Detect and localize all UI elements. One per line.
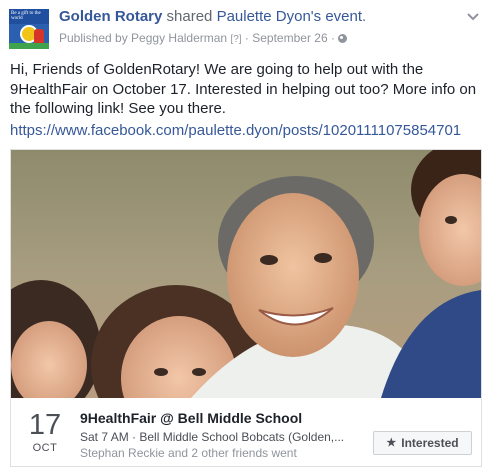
- event-title-link[interactable]: 9HealthFair @ Bell Middle School: [80, 410, 302, 427]
- post-link[interactable]: https://www.facebook.com/paulette.dyon/p…: [10, 121, 461, 140]
- event-day: 17: [28, 409, 62, 441]
- event-date: 17 OCT: [25, 410, 65, 455]
- post-subline: Published by Peggy Halderman [?] · Septe…: [59, 30, 348, 48]
- interested-button[interactable]: ★ Interested: [373, 431, 472, 455]
- shared-verb: shared: [162, 8, 217, 25]
- event-month: OCT: [32, 442, 58, 454]
- headline-period: .: [362, 8, 367, 25]
- subline-separator: ·: [241, 31, 253, 45]
- page-avatar[interactable]: Be a gift to the world: [9, 9, 49, 49]
- avatar-text: Be a gift to the world: [11, 11, 41, 21]
- post-message: Hi, Friends of GoldenRotary! We are goin…: [10, 61, 477, 117]
- event-meta: Sat 7 AM · Bell Middle School Bobcats (G…: [80, 430, 345, 444]
- help-marker[interactable]: [?]: [230, 34, 241, 45]
- avatar-ground: [9, 43, 49, 49]
- post-date[interactable]: September 26: [252, 31, 327, 45]
- publisher-name[interactable]: Peggy Halderman: [131, 31, 227, 45]
- event-details: 17 OCT 9HealthFair @ Bell Middle School …: [11, 398, 481, 466]
- family-photo: [11, 150, 481, 398]
- globe-icon[interactable]: [338, 34, 348, 43]
- shared-event-post: Be a gift to the world Golden Rotary sha…: [0, 0, 493, 475]
- event-friends-went[interactable]: Stephan Reckie and 2 other friends went: [80, 446, 297, 461]
- event-cover-photo[interactable]: [11, 150, 481, 398]
- event-card[interactable]: 17 OCT 9HealthFair @ Bell Middle School …: [10, 149, 482, 467]
- event-owner-name: Paulette Dyon: [216, 8, 311, 25]
- chevron-down-icon[interactable]: [465, 11, 481, 23]
- interested-label: Interested: [401, 436, 459, 450]
- star-icon: ★: [386, 437, 397, 449]
- subline-separator-2: ·: [327, 31, 339, 45]
- event-link-suffix: 's event: [310, 8, 363, 25]
- event-owner-link[interactable]: Paulette Dyon's event: [217, 8, 362, 25]
- page-name-link[interactable]: Golden Rotary: [59, 8, 162, 25]
- published-by-prefix: Published by: [59, 31, 132, 45]
- post-headline: Golden Rotary shared Paulette Dyon's eve…: [59, 8, 366, 26]
